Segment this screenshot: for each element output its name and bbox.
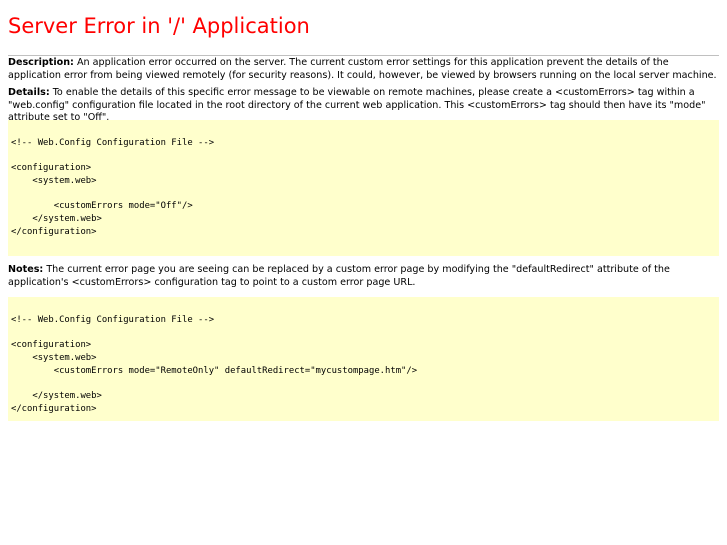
page-title: Server Error in '/' Application — [8, 14, 310, 38]
description-text: An application error occurred on the ser… — [8, 57, 717, 81]
details-text: To enable the details of this specific e… — [8, 87, 706, 124]
code-line: <configuration> — [11, 340, 92, 351]
code-line: <!-- Web.Config Configuration File --> — [11, 315, 215, 325]
notes-label: Notes: — [8, 264, 44, 275]
notes-paragraph: Notes: The current error page you are se… — [8, 264, 719, 289]
code-line: </system.web> — [11, 214, 102, 225]
code-line: <customErrors mode="RemoteOnly" defaultR… — [11, 365, 418, 376]
code-line: </configuration> — [11, 403, 97, 414]
code-line: <system.web> — [11, 353, 97, 364]
details-label: Details: — [8, 87, 50, 98]
config-code-block-remoteonly: <!-- Web.Config Configuration File --> <… — [8, 297, 719, 421]
description-paragraph: Description: An application error occurr… — [8, 57, 719, 82]
code-line: </system.web> — [11, 391, 102, 402]
code-line: <configuration> — [11, 163, 92, 174]
code-line: <!-- Web.Config Configuration File --> — [11, 138, 215, 148]
description-label: Description: — [8, 57, 74, 68]
title-divider — [8, 55, 719, 56]
notes-text: The current error page you are seeing ca… — [8, 264, 670, 288]
code-line: <customErrors mode="Off"/> — [11, 201, 193, 212]
config-code-block-off: <!-- Web.Config Configuration File --> <… — [8, 120, 719, 256]
code-line: </configuration> — [11, 226, 97, 237]
code-line: <system.web> — [11, 176, 97, 187]
